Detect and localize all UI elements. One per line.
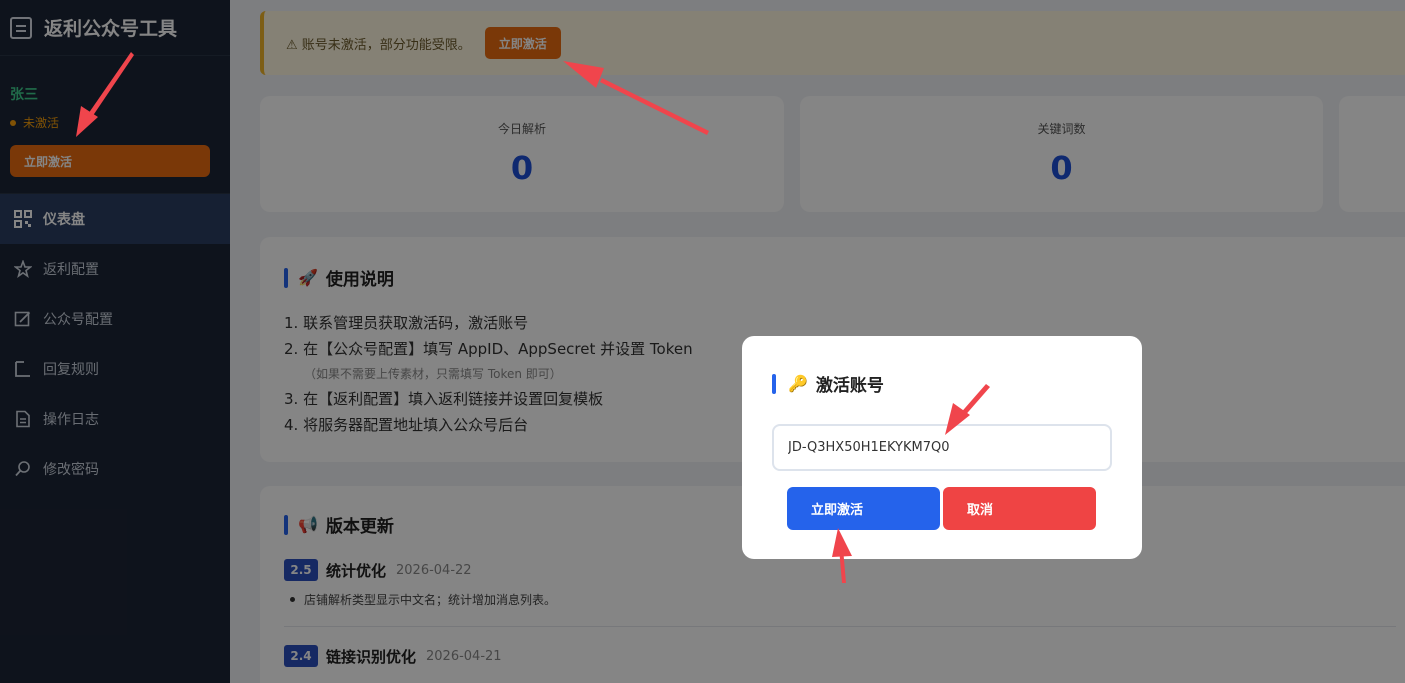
cancel-button[interactable]: 取消 [943, 487, 1096, 530]
activation-modal: 🔑 激活账号 立即激活 取消 [742, 336, 1142, 559]
confirm-activate-button[interactable]: 立即激活 [787, 487, 940, 530]
title-accent-bar [772, 373, 776, 394]
modal-overlay[interactable] [0, 0, 1405, 683]
modal-title: 🔑 激活账号 [772, 371, 884, 396]
key-emoji-icon: 🔑 [788, 374, 808, 393]
modal-title-text: 激活账号 [815, 376, 884, 396]
activation-code-input[interactable] [772, 424, 1112, 471]
